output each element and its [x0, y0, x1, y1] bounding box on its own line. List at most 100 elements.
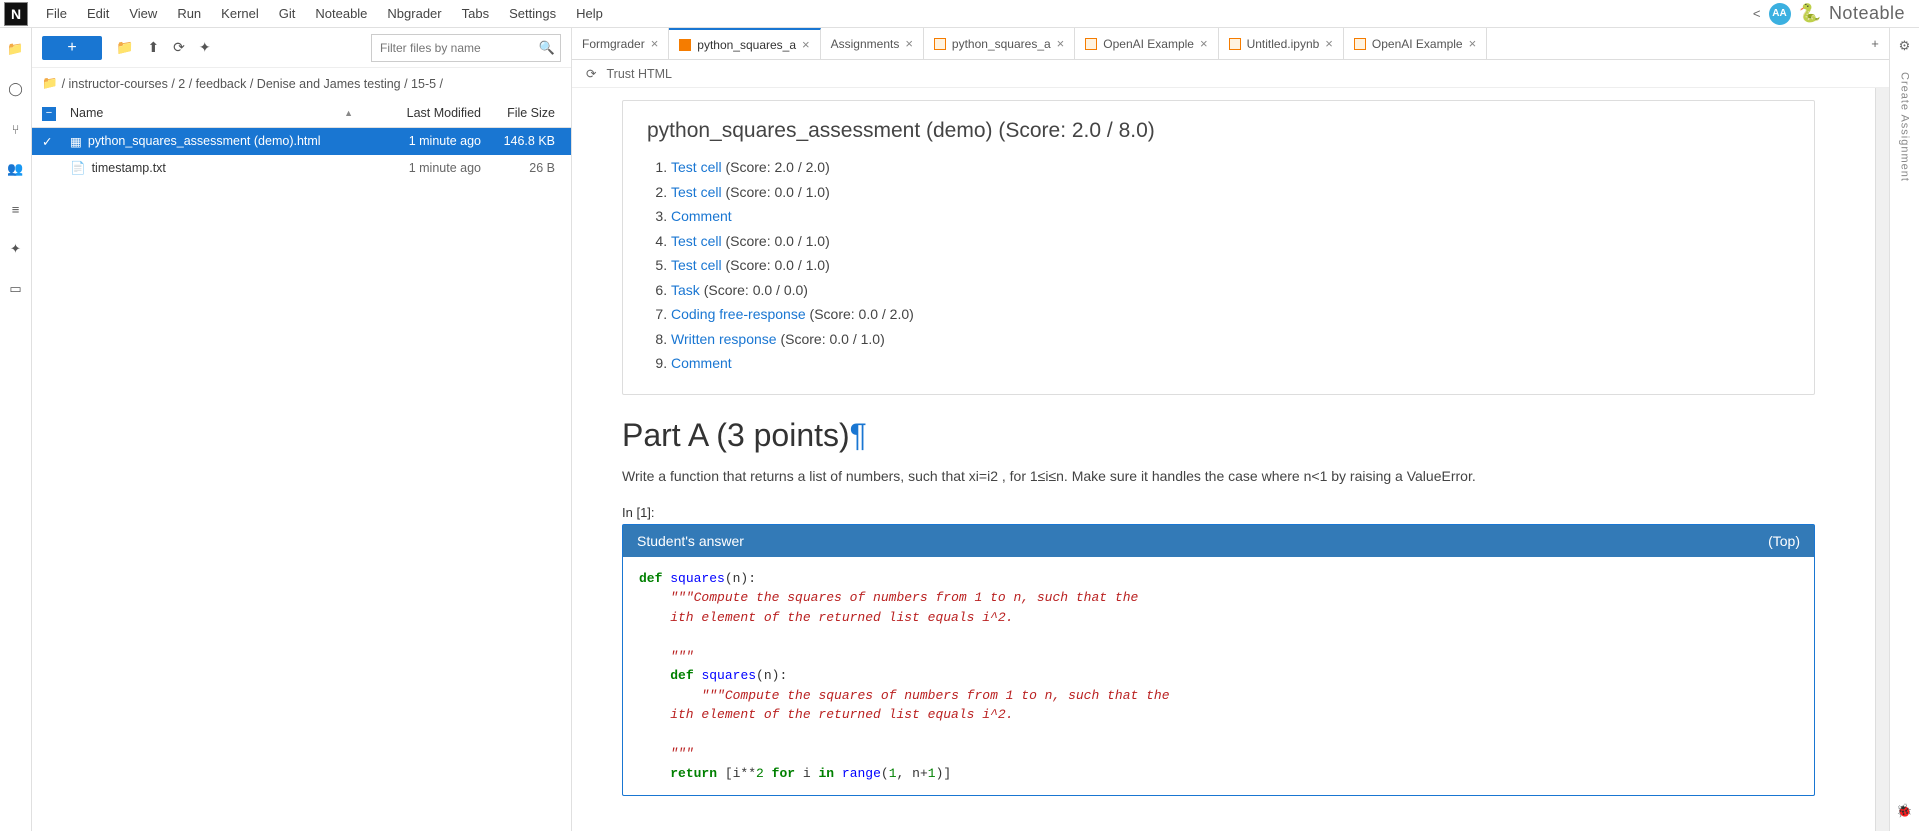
file-size: 26 B [481, 161, 561, 175]
table-of-contents: Test cell (Score: 2.0 / 2.0)Test cell (S… [647, 155, 1790, 376]
close-icon[interactable]: × [1200, 36, 1208, 51]
python-kernel-icon[interactable]: 🐍 [1799, 3, 1821, 24]
users-icon[interactable]: 👥 [7, 160, 25, 178]
search-icon: 🔍 [539, 40, 555, 56]
notebook-content[interactable]: python_squares_assessment (demo) (Score:… [572, 88, 1875, 831]
toc-link[interactable]: Test cell [671, 257, 722, 273]
document-title: python_squares_assessment (demo) (Score:… [647, 119, 1790, 143]
extension-icon[interactable]: ✦ [7, 240, 25, 258]
close-icon[interactable]: × [1057, 36, 1065, 51]
toc-link[interactable]: Test cell [671, 159, 722, 175]
close-icon[interactable]: × [802, 37, 810, 52]
html-icon [679, 39, 691, 51]
file-type-icon: 📄 [70, 161, 86, 176]
folder-icon[interactable]: 📁 [7, 40, 25, 58]
debug-icon[interactable]: 🐞 [1896, 803, 1912, 819]
toc-link[interactable]: Coding free-response [671, 306, 806, 322]
property-inspector-icon[interactable]: ⚙ [1899, 38, 1911, 54]
toc-link[interactable]: Comment [671, 355, 732, 371]
part-a-heading: Part A (3 points)¶ [622, 417, 1815, 454]
menu-run[interactable]: Run [167, 2, 211, 25]
tab-python_squares_a[interactable]: python_squares_a × [669, 28, 820, 59]
filter-files-input[interactable] [371, 34, 561, 62]
right-rail: ⚙ Create Assignment 🐞 [1889, 28, 1919, 831]
input-prompt: In [1]: [622, 505, 1815, 520]
menu-view[interactable]: View [119, 2, 167, 25]
tab-formgrader[interactable]: Formgrader× [572, 28, 669, 59]
toc-link[interactable]: Written response [671, 331, 777, 347]
toc-link[interactable]: Test cell [671, 233, 722, 249]
notebook-icon [1085, 38, 1097, 50]
git-icon[interactable]: ⑂ [7, 120, 25, 138]
file-modified: 1 minute ago [361, 134, 481, 148]
git-clone-icon[interactable]: ✦ [199, 39, 211, 56]
select-all-checkbox[interactable]: − [42, 107, 56, 121]
toc-score: (Score: 0.0 / 1.0) [725, 257, 829, 273]
toc-item: Comment [671, 204, 1790, 229]
code-cell: def squares(n): """Compute the squares o… [623, 557, 1814, 796]
menu-nbgrader[interactable]: Nbgrader [377, 2, 451, 25]
tab-python_squares_a[interactable]: python_squares_a× [924, 28, 1075, 59]
running-icon[interactable]: ◯ [7, 80, 25, 98]
toc-item: Test cell (Score: 0.0 / 1.0) [671, 180, 1790, 205]
column-size[interactable]: File Size [481, 106, 561, 120]
file-list-header: − Name▲ Last Modified File Size [32, 99, 571, 128]
tab-label: Untitled.ipynb [1247, 37, 1320, 51]
scrollbar[interactable] [1875, 88, 1889, 831]
refresh-icon[interactable]: ⟳ [173, 39, 185, 56]
file-name: python_squares_assessment (demo).html [88, 134, 321, 148]
file-row[interactable]: 📄 timestamp.txt 1 minute ago26 B [32, 155, 571, 182]
notebook-icon [1229, 38, 1241, 50]
toc-item: Test cell (Score: 0.0 / 1.0) [671, 253, 1790, 278]
file-row[interactable]: ✓▦python_squares_assessment (demo).html1… [32, 128, 571, 155]
menu-edit[interactable]: Edit [77, 2, 119, 25]
menu-file[interactable]: File [36, 2, 77, 25]
new-folder-icon[interactable]: 📁 [116, 39, 133, 56]
close-icon[interactable]: × [651, 36, 659, 51]
noteable-logo-icon[interactable]: N [4, 2, 28, 26]
column-name[interactable]: Name▲ [70, 106, 361, 120]
file-name: timestamp.txt [92, 161, 166, 175]
tab-openai-example[interactable]: OpenAI Example× [1075, 28, 1218, 59]
menu-settings[interactable]: Settings [499, 2, 566, 25]
toc-score: (Score: 0.0 / 1.0) [725, 184, 829, 200]
user-avatar[interactable]: AA [1769, 3, 1791, 25]
menu-tabs[interactable]: Tabs [452, 2, 499, 25]
toc-score: (Score: 0.0 / 1.0) [780, 331, 884, 347]
menu-kernel[interactable]: Kernel [211, 2, 269, 25]
menu-help[interactable]: Help [566, 2, 613, 25]
menu-git[interactable]: Git [269, 2, 306, 25]
tab-label: python_squares_a [697, 38, 796, 52]
top-link[interactable]: (Top) [1768, 533, 1800, 549]
upload-icon[interactable]: ⬆ [147, 39, 159, 56]
toc-item: Written response (Score: 0.0 / 1.0) [671, 327, 1790, 352]
close-icon[interactable]: × [905, 36, 913, 51]
toc-link[interactable]: Test cell [671, 184, 722, 200]
answer-label: Student's answer [637, 533, 744, 549]
share-icon[interactable]: < [1753, 6, 1761, 21]
toc-score: (Score: 0.0 / 2.0) [810, 306, 914, 322]
close-icon[interactable]: × [1325, 36, 1333, 51]
toc-link[interactable]: Task [671, 282, 700, 298]
pilcrow-icon[interactable]: ¶ [850, 417, 867, 453]
tab-untitled.ipynb[interactable]: Untitled.ipynb × [1219, 28, 1344, 59]
file-modified: 1 minute ago [361, 161, 481, 175]
column-modified[interactable]: Last Modified [361, 106, 481, 120]
breadcrumb[interactable]: 📁 / instructor-courses / 2 / feedback / … [32, 68, 571, 99]
tab-assignments[interactable]: Assignments × [821, 28, 924, 59]
close-icon[interactable]: × [1469, 36, 1477, 51]
tab-label: Assignments [831, 37, 900, 51]
toc-icon[interactable]: ≡ [7, 200, 25, 218]
tabs-icon[interactable]: ▭ [7, 280, 25, 298]
top-menu-bar: N FileEditViewRunKernelGitNoteableNbgrad… [0, 0, 1919, 28]
create-assignment-tab[interactable]: Create Assignment [1899, 72, 1911, 182]
sort-caret-icon: ▲ [344, 108, 353, 118]
toc-link[interactable]: Comment [671, 208, 732, 224]
new-launcher-button[interactable]: + [42, 36, 102, 60]
tab-openai-example[interactable]: OpenAI Example× [1344, 28, 1487, 59]
add-tab-button[interactable]: + [1861, 28, 1889, 59]
menu-noteable[interactable]: Noteable [305, 2, 377, 25]
reload-icon[interactable]: ⟳ [586, 66, 596, 81]
trust-html-button[interactable]: Trust HTML [606, 67, 672, 81]
file-size: 146.8 KB [481, 134, 561, 148]
